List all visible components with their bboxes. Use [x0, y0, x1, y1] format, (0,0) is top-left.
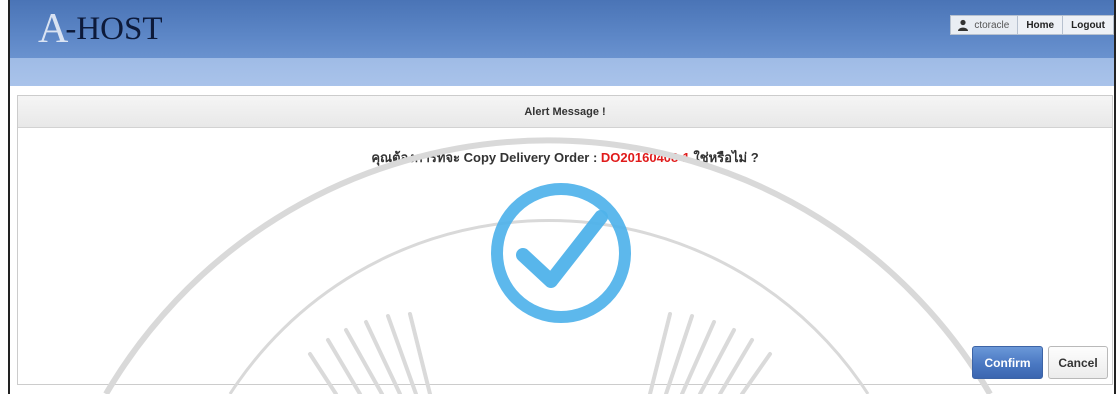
confirm-button[interactable]: Confirm [972, 346, 1043, 379]
window-right-border [1114, 0, 1116, 394]
user-menu[interactable]: ctoracle [950, 15, 1019, 35]
home-link[interactable]: Home [1018, 15, 1064, 35]
logo-mark: A [38, 6, 68, 52]
app-logo[interactable]: A -HOST [38, 4, 163, 54]
sub-navigation-bar [10, 58, 1114, 86]
order-number: DO20160408-1 [600, 150, 690, 165]
message-prefix: คุณต้องการที่จะ Copy Delivery Order : [371, 150, 601, 165]
top-navigation: ctoracle Home Logout [950, 15, 1114, 35]
message-suffix: ใช่หรือไม่ ? [689, 150, 759, 165]
logo-text: -HOST [65, 10, 163, 47]
confirm-message: คุณต้องการที่จะ Copy Delivery Order : DO… [18, 147, 1112, 168]
dialog-title: Alert Message ! [524, 105, 606, 118]
logout-link[interactable]: Logout [1063, 15, 1114, 35]
cancel-button[interactable]: Cancel [1048, 346, 1108, 379]
username-label: ctoracle [974, 19, 1010, 31]
user-icon [957, 19, 969, 31]
check-circle-icon [491, 183, 631, 323]
dialog-header: Alert Message ! [18, 96, 1112, 128]
app-window: A -HOST ctoracle Home Logout Alert Messa… [0, 0, 1118, 394]
top-header: A -HOST ctoracle Home Logout [10, 0, 1114, 58]
